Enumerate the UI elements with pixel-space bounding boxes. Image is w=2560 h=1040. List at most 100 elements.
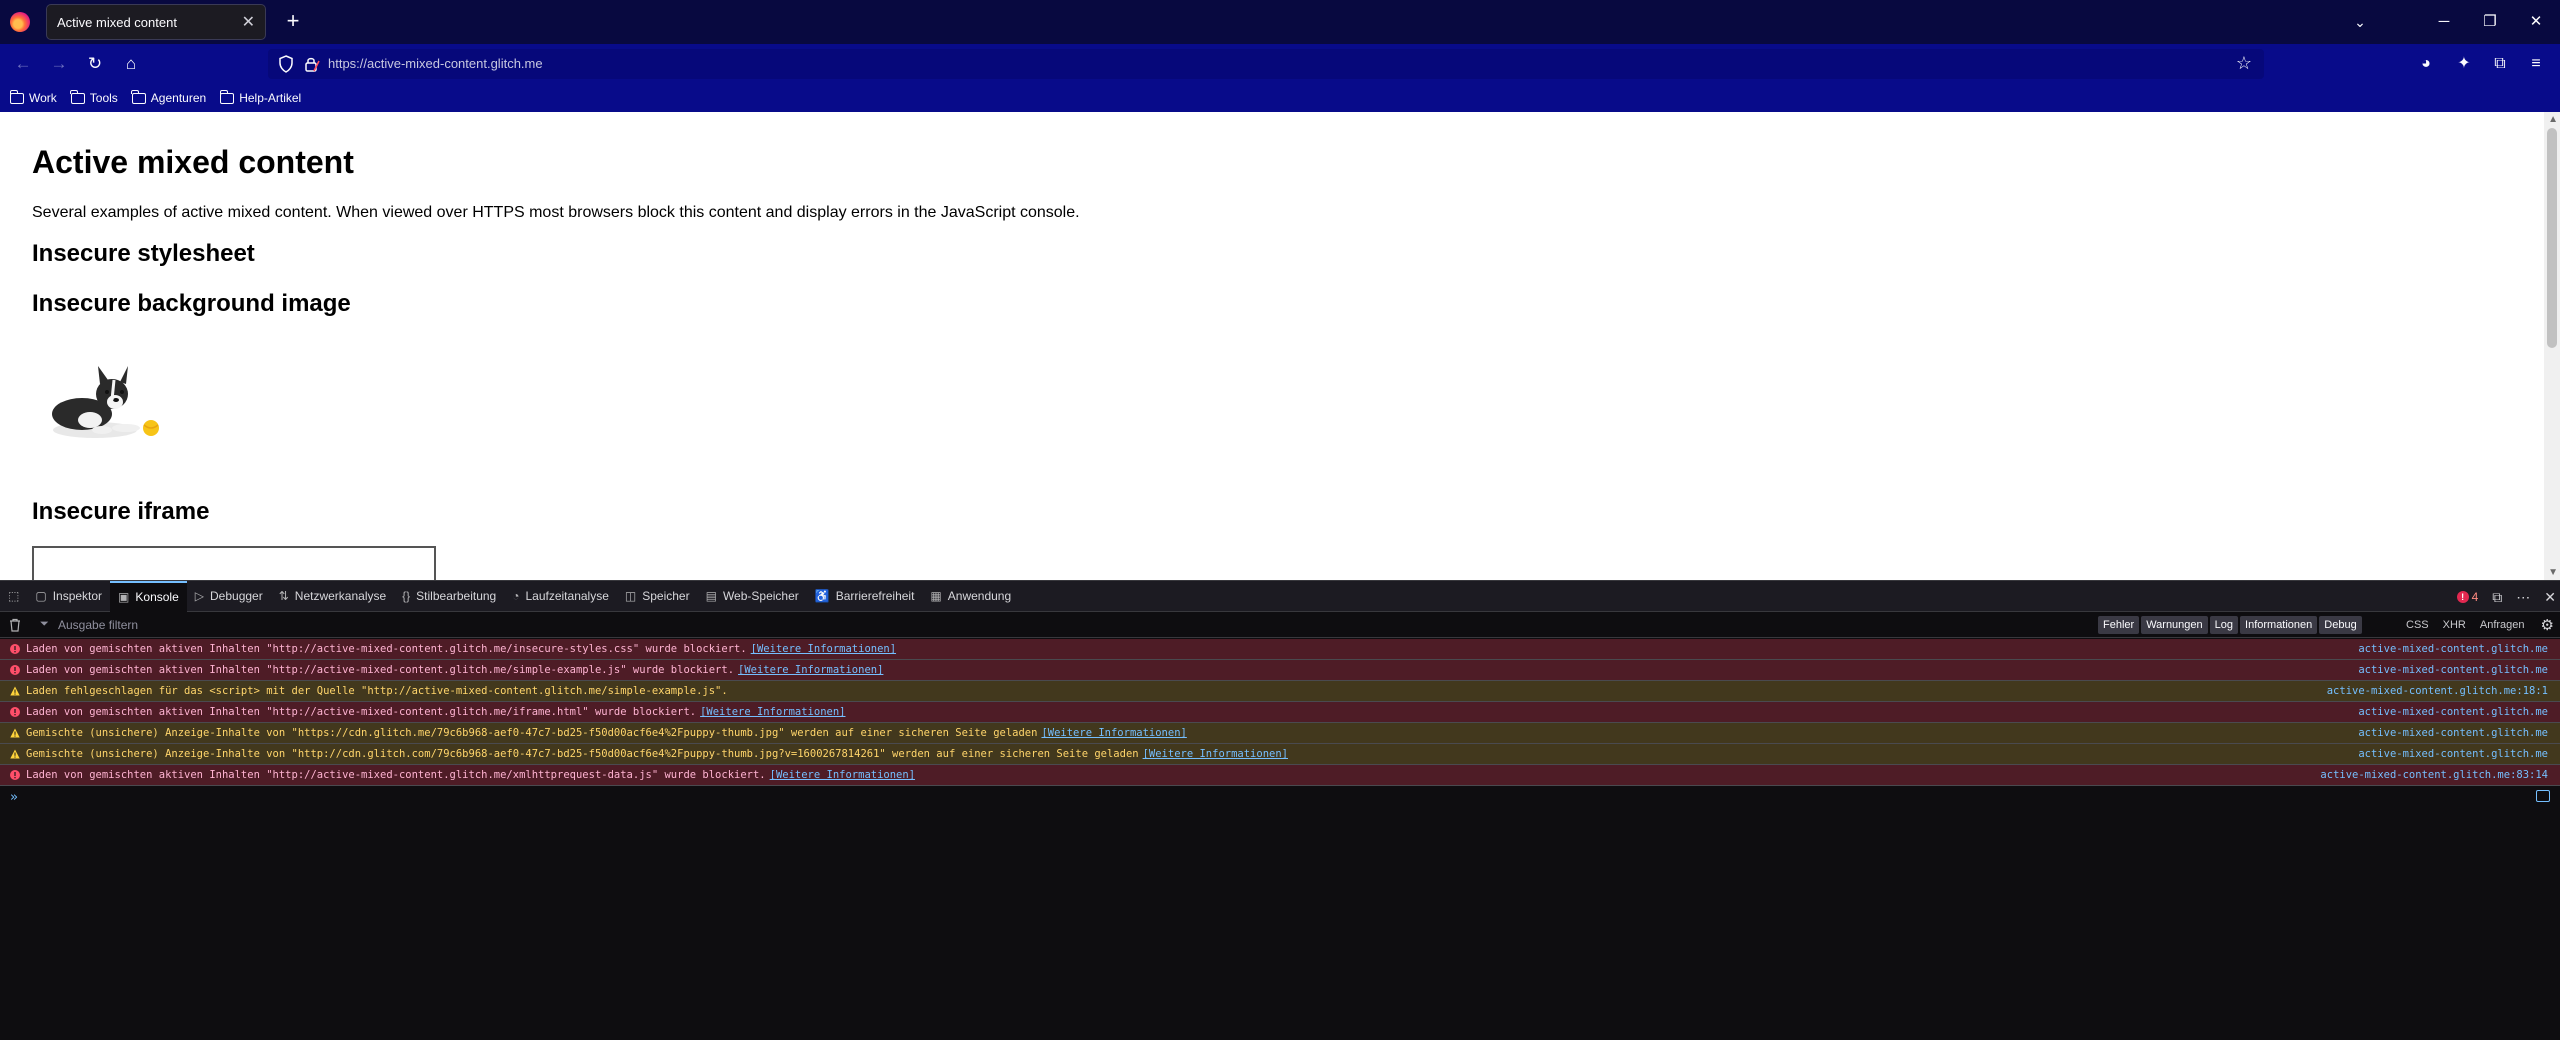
- tab-konsole[interactable]: ▣ Konsole: [110, 580, 187, 612]
- more-info-link[interactable]: [Weitere Informationen]: [1041, 727, 1186, 739]
- application-icon: ▦: [930, 589, 942, 603]
- scrollbar-thumb[interactable]: [2547, 128, 2557, 348]
- tab-netzwerkanalyse[interactable]: ⇅ Netzwerkanalyse: [271, 581, 394, 612]
- storage-icon: ▤: [705, 589, 717, 603]
- url-text[interactable]: https://active-mixed-content.glitch.me: [328, 56, 543, 71]
- console-settings-gear-icon[interactable]: ⚙: [2541, 616, 2554, 634]
- tab-label: Konsole: [135, 590, 179, 604]
- forward-icon[interactable]: →: [46, 51, 72, 77]
- clear-console-trash-icon[interactable]: [8, 618, 22, 632]
- page-scrollbar[interactable]: ▲ ▼: [2544, 112, 2560, 580]
- pocket-icon[interactable]: ✦: [2452, 52, 2476, 76]
- folder-icon: [70, 89, 85, 104]
- console-input[interactable]: [25, 788, 2426, 806]
- tab-label: Web-Speicher: [722, 589, 799, 603]
- hamburger-menu-icon[interactable]: ≡: [2524, 52, 2548, 76]
- filter-fehler-button[interactable]: Fehler: [2098, 616, 2140, 634]
- error-icon: [10, 665, 20, 675]
- console-messages: Laden von gemischten aktiven Inhalten "h…: [0, 639, 2560, 786]
- inspector-icon: ▢: [35, 589, 47, 603]
- message-source-link[interactable]: active-mixed-content.glitch.me:18:1: [2327, 685, 2548, 697]
- devtools-panel: ⬚ ▢ Inspektor ▣ Konsole ▷ Debugger ⇅ Net…: [0, 580, 2560, 1040]
- error-icon: !: [2456, 591, 2469, 603]
- tab-stilbearbeitung[interactable]: {} Stilbearbeitung: [394, 581, 504, 612]
- message-text: Gemischte (unsichere) Anzeige-Inhalte vo…: [26, 727, 1038, 739]
- extensions-icon[interactable]: ⧉: [2488, 52, 2512, 76]
- tab-speicher[interactable]: ◫ Speicher: [617, 581, 698, 612]
- more-options-icon[interactable]: ⋯: [2516, 589, 2530, 606]
- filter-debug-button[interactable]: Debug: [2319, 616, 2362, 634]
- tab-title: Active mixed content: [57, 14, 177, 30]
- firefox-view-icon[interactable]: ◕: [2414, 52, 2438, 76]
- close-devtools-icon[interactable]: ✕: [2544, 589, 2556, 606]
- bookmark-folder-help-artikel[interactable]: Help-Artikel: [219, 89, 302, 105]
- scroll-up-icon[interactable]: ▲: [2548, 114, 2558, 125]
- bookmark-star-icon[interactable]: ☆: [2236, 53, 2252, 74]
- tab-web-speicher[interactable]: ▤ Web-Speicher: [698, 581, 807, 612]
- tab-anwendung[interactable]: ▦ Anwendung: [922, 581, 1019, 612]
- tracking-protection-shield-icon[interactable]: [278, 55, 294, 73]
- message-text: Gemischte (unsichere) Anzeige-Inhalte vo…: [26, 748, 1139, 760]
- firefox-logo-icon: [10, 12, 30, 32]
- home-icon[interactable]: ⌂: [118, 51, 144, 77]
- filter-xhr-button[interactable]: XHR: [2443, 616, 2466, 634]
- more-info-link[interactable]: [Weitere Informationen]: [1143, 748, 1288, 760]
- filter-informationen-button[interactable]: Informationen: [2240, 616, 2318, 634]
- console-message-warning: Gemischte (unsichere) Anzeige-Inhalte vo…: [0, 744, 2560, 765]
- insecure-lock-icon[interactable]: [303, 55, 321, 73]
- bookmark-folder-agenturen[interactable]: Agenturen: [131, 89, 206, 105]
- message-source-link[interactable]: active-mixed-content.glitch.me:83:14: [2320, 769, 2548, 781]
- tab-label: Anwendung: [947, 589, 1012, 603]
- filter-anfragen-button[interactable]: Anfragen: [2480, 616, 2525, 634]
- close-tab-icon[interactable]: ✕: [242, 12, 255, 32]
- message-text: Laden fehlgeschlagen für das <script> mi…: [26, 685, 728, 697]
- message-source-link[interactable]: active-mixed-content.glitch.me: [2358, 643, 2548, 655]
- multiline-editor-icon[interactable]: [2536, 790, 2550, 802]
- request-filters: CSS XHR Anfragen: [2406, 616, 2525, 634]
- warning-icon: [10, 686, 20, 696]
- restore-icon[interactable]: ❐: [2476, 8, 2504, 36]
- more-info-link[interactable]: [Weitere Informationen]: [770, 769, 915, 781]
- more-info-link[interactable]: [Weitere Informationen]: [751, 643, 896, 655]
- back-icon[interactable]: ←: [10, 51, 36, 77]
- message-source-link[interactable]: active-mixed-content.glitch.me: [2358, 664, 2548, 676]
- tab-active-mixed-content[interactable]: Active mixed content ✕: [46, 4, 266, 40]
- message-text: Laden von gemischten aktiven Inhalten "h…: [26, 769, 766, 781]
- url-bar[interactable]: https://active-mixed-content.glitch.me ☆: [268, 49, 2264, 79]
- pick-element-button[interactable]: ⬚: [0, 581, 27, 612]
- console-filter-input[interactable]: [38, 616, 338, 634]
- bookmark-folder-tools[interactable]: Tools: [70, 89, 118, 105]
- tab-barrierefreiheit[interactable]: ♿ Barrierefreiheit: [807, 581, 923, 612]
- devtools-toolbar: ⬚ ▢ Inspektor ▣ Konsole ▷ Debugger ⇅ Net…: [0, 580, 2560, 612]
- bookmark-folder-work[interactable]: Work: [9, 89, 57, 105]
- reload-icon[interactable]: ↻: [82, 51, 108, 77]
- close-window-icon[interactable]: ✕: [2522, 8, 2550, 36]
- message-source-link[interactable]: active-mixed-content.glitch.me: [2358, 748, 2548, 760]
- folder-icon: [9, 89, 24, 104]
- bookmark-label: Work: [29, 91, 57, 105]
- filter-warnungen-button[interactable]: Warnungen: [2141, 616, 2208, 634]
- minimize-icon[interactable]: ─: [2430, 8, 2458, 36]
- error-count-badge[interactable]: ! 4: [2456, 590, 2478, 604]
- scroll-down-icon[interactable]: ▼: [2548, 567, 2558, 578]
- page-content: Active mixed content Several examples of…: [0, 112, 2560, 580]
- tab-inspektor[interactable]: ▢ Inspektor: [27, 581, 110, 612]
- tab-laufzeitanalyse[interactable]: ◔ Laufzeitanalyse: [504, 581, 617, 612]
- dock-side-icon[interactable]: ⧉: [2492, 589, 2502, 606]
- message-source-link[interactable]: active-mixed-content.glitch.me: [2358, 706, 2548, 718]
- filter-css-button[interactable]: CSS: [2406, 616, 2429, 634]
- more-info-link[interactable]: [Weitere Informationen]: [700, 706, 845, 718]
- tab-debugger[interactable]: ▷ Debugger: [187, 581, 271, 612]
- new-tab-button[interactable]: +: [280, 9, 306, 35]
- page-title: Active mixed content: [32, 144, 354, 180]
- folder-icon: [131, 89, 146, 104]
- folder-icon: [219, 89, 235, 104]
- message-source-link[interactable]: active-mixed-content.glitch.me: [2358, 727, 2548, 739]
- more-info-link[interactable]: [Weitere Informationen]: [738, 664, 883, 676]
- error-icon: [10, 770, 20, 780]
- tab-label: Debugger: [210, 589, 263, 603]
- bookmark-label: Help-Artikel: [239, 91, 302, 105]
- filter-log-button[interactable]: Log: [2209, 616, 2239, 634]
- list-all-tabs-icon[interactable]: ⌄: [2348, 10, 2372, 34]
- performance-icon: ◔: [512, 589, 520, 603]
